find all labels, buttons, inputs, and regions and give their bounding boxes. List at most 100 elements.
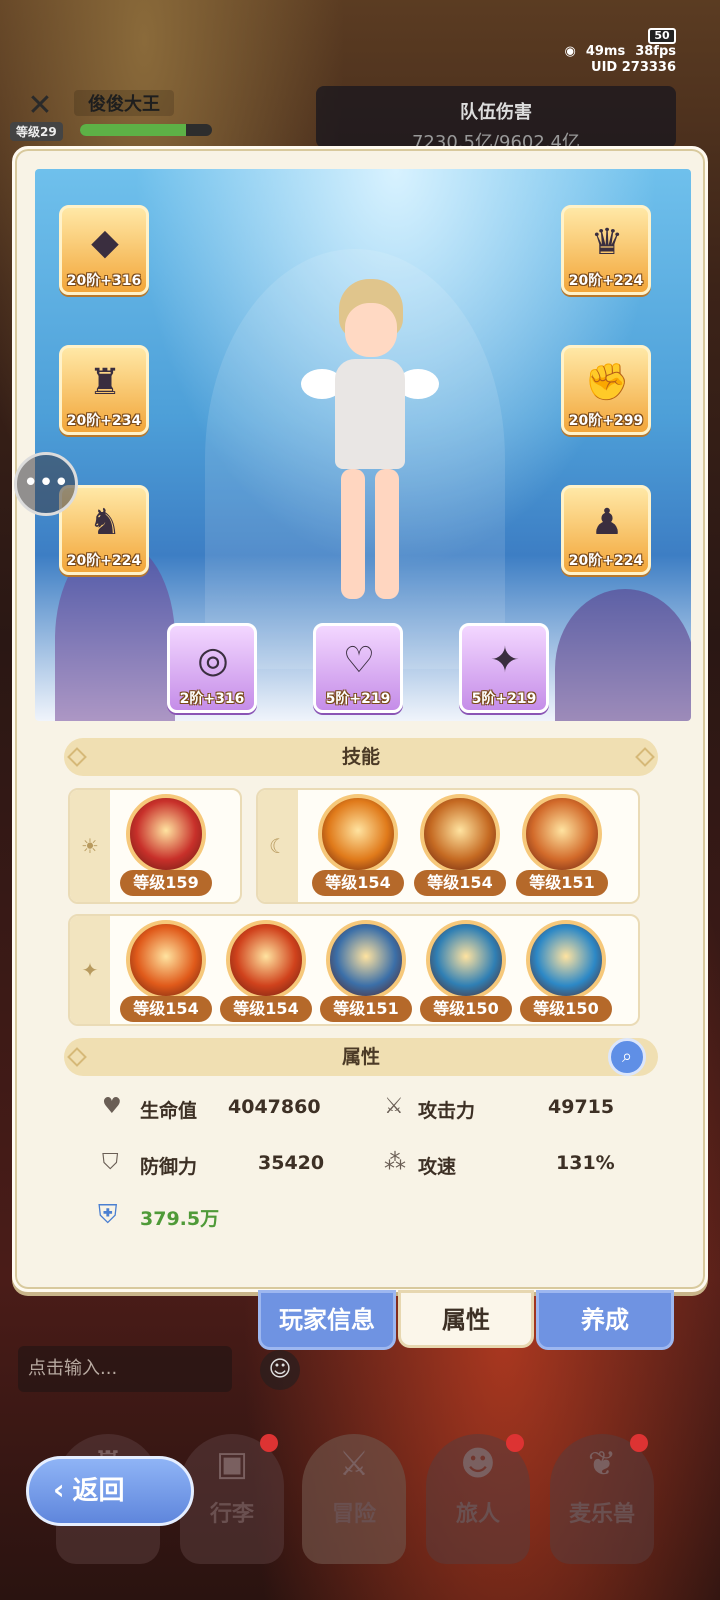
skill-slot[interactable]: 等级150 <box>420 918 512 1030</box>
skill-orb-icon <box>420 794 500 874</box>
nav-travelers[interactable]: ☻ 旅人 <box>426 1434 530 1564</box>
nav-pets[interactable]: ❦ 麦乐兽 <box>550 1434 654 1564</box>
coral-decoration <box>555 589 691 721</box>
notification-dot <box>260 1434 278 1452</box>
shield-icon: ⛉ <box>102 1150 119 1175</box>
nav-bag-label: 行李 <box>209 1502 254 1527</box>
helmet-icon: ◆ <box>91 222 119 263</box>
boots-icon: ♟ <box>590 502 624 543</box>
skill-orb-icon <box>126 794 206 874</box>
skill-group-moon: ☾ 等级154 等级154 等级151 <box>256 788 640 904</box>
tab-attributes[interactable]: 属性 <box>398 1290 534 1348</box>
nav-adventure[interactable]: ⚔ 冒险 <box>302 1434 406 1564</box>
ring-icon: ◎ <box>197 640 229 681</box>
skill-level: 等级154 <box>414 870 506 896</box>
skill-level: 等级154 <box>220 996 312 1022</box>
chat-input[interactable]: 点击输入... <box>18 1346 232 1392</box>
skill-orb-icon <box>526 920 606 1000</box>
skill-level: 等级159 <box>120 870 212 896</box>
skill-slot[interactable]: 等级159 <box>120 792 212 904</box>
emoji-button[interactable]: ☺ <box>260 1350 300 1390</box>
smiley-icon: ☺ <box>268 1357 292 1382</box>
equip-level-label: 20阶+316 <box>66 273 142 289</box>
character-panel: ◆ 20阶+316 ♜ 20阶+234 ♞ 20阶+224 ♛ 20阶+224 … <box>12 146 708 1292</box>
equip-slot-boots[interactable]: ♟ 20阶+224 <box>561 485 651 575</box>
heart-icon: ♥ <box>102 1094 122 1119</box>
team-damage-panel: 队伍伤害 7230.5亿/9602.4亿 <box>316 86 676 153</box>
sun-icon: ☀ <box>70 790 110 902</box>
nav-pets-label: 麦乐兽 <box>568 1502 635 1527</box>
crossed-swords-icon: ⚔ <box>338 1444 370 1484</box>
diamond-ornament-icon <box>635 747 655 767</box>
tab-growth[interactable]: 养成 <box>536 1290 674 1350</box>
equip-level-label: 5阶+219 <box>471 691 537 707</box>
equip-slot-helmet[interactable]: ◆ 20阶+316 <box>59 205 149 295</box>
diamond-ornament-icon <box>67 747 87 767</box>
equip-slot-ring[interactable]: ◎ 2阶+316 <box>167 623 257 713</box>
skill-group-sun: ☀ 等级159 <box>68 788 242 904</box>
player-level: 等级29 <box>10 122 63 141</box>
skill-level: 等级150 <box>520 996 612 1022</box>
equip-slot-gauntlet[interactable]: ✊ 20阶+299 <box>561 345 651 435</box>
skill-slot[interactable]: 等级154 <box>120 918 212 1030</box>
attributes-header: 属性 <box>64 1038 658 1076</box>
skill-level: 等级154 <box>312 870 404 896</box>
notification-dot <box>630 1434 648 1452</box>
skill-slot[interactable]: 等级154 <box>312 792 404 904</box>
character-leg <box>375 469 399 599</box>
equip-level-label: 5阶+219 <box>325 691 391 707</box>
character-body <box>335 359 405 469</box>
back-button[interactable]: ‹ 返回 <box>26 1456 194 1526</box>
equip-slot-amulet[interactable]: ✦ 5阶+219 <box>459 623 549 713</box>
back-arrow-icon: ‹ <box>53 1473 65 1506</box>
moon-icon: ☾ <box>258 790 298 902</box>
crossed-swords-icon: ⚔ <box>384 1094 404 1119</box>
chat-bubble-button[interactable]: ••• <box>14 452 78 516</box>
player-emblem-icon: ✕ <box>27 88 53 123</box>
attribute-details-button[interactable]: ⌕ <box>608 1038 646 1076</box>
player-name: 俊俊大王 <box>74 90 174 116</box>
xp-bar <box>80 124 212 136</box>
character-leg <box>341 469 365 599</box>
necklace-icon: ♡ <box>342 640 376 681</box>
nav-adventure-label: 冒险 <box>331 1502 376 1527</box>
tab-player-info[interactable]: 玩家信息 <box>258 1290 396 1350</box>
skill-group-star: ✦ 等级154 等级154 等级151 等级150 等级150 <box>68 914 640 1026</box>
equip-slot-necklace[interactable]: ♡ 5阶+219 <box>313 623 403 713</box>
equip-level-label: 20阶+224 <box>66 553 142 569</box>
skill-slot[interactable]: 等级151 <box>516 792 608 904</box>
player-bar[interactable]: ✕ 俊俊大王 等级29 <box>10 84 212 144</box>
diamond-ornament-icon <box>67 1047 87 1067</box>
combat-power-icon: ⛨ <box>98 1200 118 1230</box>
skill-slot[interactable]: 等级151 <box>320 918 412 1030</box>
attack-speed-icon: ⁂ <box>384 1150 406 1175</box>
equip-slot-horned-helmet[interactable]: ♛ 20阶+224 <box>561 205 651 295</box>
attributes-title: 属性 <box>341 1046 380 1068</box>
skills-header: 技能 <box>64 738 658 776</box>
skill-level: 等级151 <box>320 996 412 1022</box>
uid-readout: UID 273336 <box>591 60 676 75</box>
pants-icon: ♞ <box>88 502 122 543</box>
notification-dot <box>506 1434 524 1452</box>
search-icon: ⌕ <box>621 1046 633 1067</box>
team-damage-title: 队伍伤害 <box>460 102 532 123</box>
skill-slot[interactable]: 等级154 <box>220 918 312 1030</box>
gauntlet-icon: ✊ <box>584 362 630 403</box>
horned-helmet-icon: ♛ <box>590 222 624 263</box>
attack-speed-value: 131% <box>556 1152 615 1174</box>
hp-label: 生命值 <box>140 1100 198 1122</box>
speech-bubble-icon: ••• <box>22 468 69 498</box>
combat-power-value: 379.5万 <box>140 1208 220 1230</box>
skill-orb-icon <box>326 920 406 1000</box>
status-hud: 50 ◉ 49ms 38fps UID 273336 <box>556 28 676 76</box>
equip-slot-armor[interactable]: ♜ 20阶+234 <box>59 345 149 435</box>
equip-level-label: 20阶+299 <box>568 413 644 429</box>
skill-slot[interactable]: 等级150 <box>520 918 612 1030</box>
skill-slot[interactable]: 等级154 <box>414 792 506 904</box>
sparkle-icon: ✦ <box>70 916 110 1024</box>
fps-readout: 38fps <box>635 44 676 59</box>
defense-label: 防御力 <box>140 1156 198 1178</box>
nav-bag[interactable]: ▣ 行李 <box>180 1434 284 1564</box>
skill-orb-icon <box>226 920 306 1000</box>
equip-level-label: 20阶+224 <box>568 273 644 289</box>
